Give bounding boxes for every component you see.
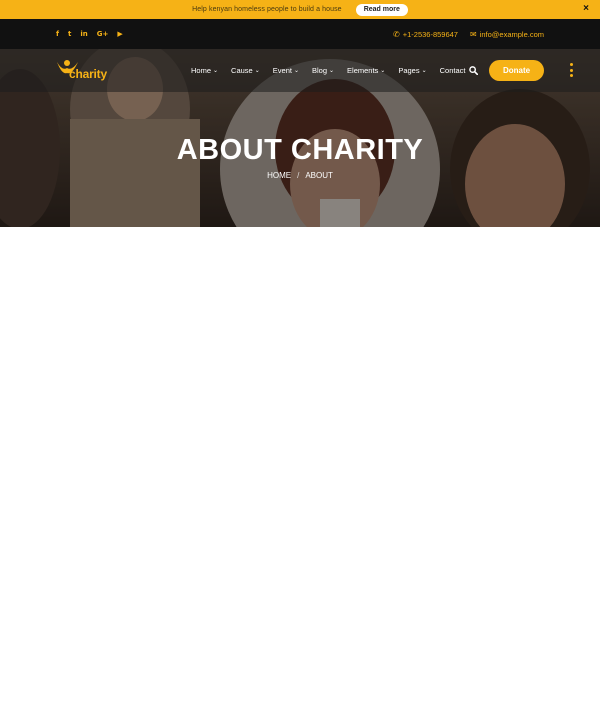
nav-item-label: Pages	[398, 66, 420, 75]
phone-link[interactable]: ✆ +1-2536-859647	[393, 30, 458, 39]
envelope-icon: ✉	[469, 29, 477, 39]
breadcrumb-separator: /	[297, 171, 300, 180]
email-link[interactable]: ✉ info@example.com	[470, 30, 544, 39]
nav-item-event[interactable]: Event ⌄	[273, 66, 299, 75]
nav-item-elements[interactable]: Elements ⌄	[347, 66, 385, 75]
contact-info: ✆ +1-2536-859647 ✉ info@example.com	[381, 19, 544, 49]
logo-text[interactable]: charity	[69, 67, 107, 81]
announcement-text: Help kenyan homeless people to build a h…	[192, 6, 342, 13]
page-title: ABOUT CHARITY	[176, 134, 424, 166]
chevron-down-icon: ⌄	[213, 67, 219, 74]
main-navbar: charity Home ⌄ Cause ⌄ Event ⌄ Blog ⌄ El…	[0, 49, 600, 92]
phone-icon: ✆	[393, 29, 400, 39]
breadcrumb: HOME / ABOUT	[0, 171, 600, 180]
linkedin-icon[interactable]: in	[80, 30, 87, 38]
chevron-down-icon: ⌄	[421, 67, 427, 74]
email-address: info@example.com	[479, 29, 544, 39]
nav-item-contact[interactable]: Contact	[440, 66, 466, 75]
facebook-icon[interactable]: f	[56, 30, 59, 38]
nav-item-blog[interactable]: Blog ⌄	[312, 66, 334, 75]
more-menu-icon[interactable]	[570, 63, 574, 79]
nav-item-label: Elements	[347, 66, 379, 75]
nav-menu: Home ⌄ Cause ⌄ Event ⌄ Blog ⌄ Elements ⌄…	[191, 49, 479, 92]
search-icon[interactable]	[469, 66, 478, 75]
nav-item-home[interactable]: Home ⌄	[191, 66, 218, 75]
chevron-down-icon: ⌄	[254, 67, 260, 74]
phone-number: +1-2536-859647	[402, 29, 458, 39]
breadcrumb-home-link[interactable]: HOME	[267, 171, 291, 180]
top-bar: f t in G+ ▶ ✆ +1-2536-859647 ✉ info@exam…	[0, 19, 600, 49]
donate-button[interactable]: Donate	[489, 60, 544, 81]
read-more-button[interactable]: Read more	[355, 3, 408, 16]
social-links: f t in G+ ▶	[56, 19, 132, 49]
twitter-icon[interactable]: t	[68, 30, 71, 38]
nav-item-label: Home	[191, 66, 212, 75]
chevron-down-icon: ⌄	[293, 67, 299, 74]
chevron-down-icon: ⌄	[380, 67, 386, 74]
close-icon[interactable]: ×	[581, 4, 591, 14]
nav-item-label: Blog	[311, 66, 327, 75]
breadcrumb-current: ABOUT	[305, 171, 333, 180]
chevron-down-icon: ⌄	[329, 67, 335, 74]
nav-item-label: Event	[272, 66, 292, 75]
nav-item-label: Contact	[439, 66, 466, 75]
google-plus-icon[interactable]: G+	[97, 30, 109, 38]
announcement-bar: Help kenyan homeless people to build a h…	[0, 0, 600, 19]
youtube-icon[interactable]: ▶	[117, 30, 122, 38]
nav-item-label: Cause	[231, 66, 253, 75]
nav-item-cause[interactable]: Cause ⌄	[231, 66, 260, 75]
nav-item-pages[interactable]: Pages ⌄	[398, 66, 426, 75]
